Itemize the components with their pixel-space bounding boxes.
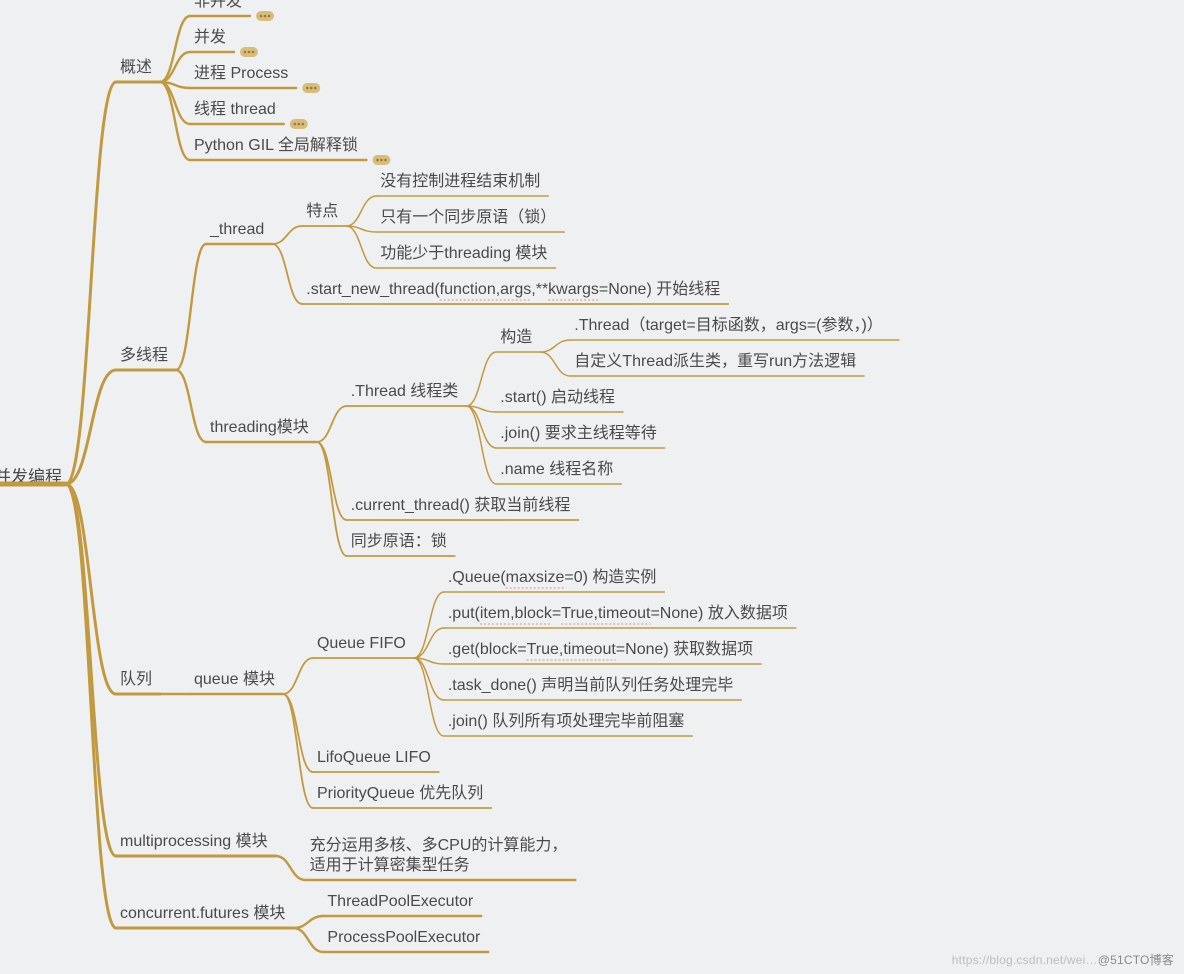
node-label: ProcessPoolExecutor xyxy=(327,929,481,946)
collapsed-badge[interactable] xyxy=(372,155,390,165)
node-label: 充分运用多核、多CPU的计算能力， xyxy=(310,835,568,854)
node-label: 只有一个同步原语（锁） xyxy=(380,208,556,226)
node-label: 构造 xyxy=(500,328,532,346)
node-label: 多线程 xyxy=(120,346,168,364)
node-label: 同步原语：锁 xyxy=(351,532,447,550)
node-label: threading模块 xyxy=(210,418,309,436)
node-label: 队列 xyxy=(120,670,152,688)
node-label: 概述 xyxy=(120,58,152,76)
node-label: .current_thread() 获取当前线程 xyxy=(351,496,571,514)
node-label: 非并发 xyxy=(194,0,242,10)
node-label: 适用于计算密集型任务 xyxy=(310,855,470,874)
node-label: .name 线程名称 xyxy=(500,460,613,478)
node-label: .Thread（target=目标函数，args=(参数，)） xyxy=(574,316,883,334)
node-label: ThreadPoolExecutor xyxy=(327,893,474,910)
node-label: 特点 xyxy=(306,202,338,220)
node-label: LifoQueue LIFO xyxy=(317,749,431,766)
node-label: Python GIL 全局解释锁 xyxy=(194,136,358,154)
node-label: 进程 Process xyxy=(194,64,288,82)
node-label: 线程 thread xyxy=(194,100,276,118)
mindmap-diagram: 并发编程概述非并发并发进程 Process线程 threadPython GIL… xyxy=(0,0,1184,974)
node-label: concurrent.futures 模块 xyxy=(120,904,285,922)
node-label: Queue FIFO xyxy=(317,635,406,652)
node-label: .start_new_thread(function,args,**kwargs… xyxy=(306,280,720,298)
node-label: .put(item,block=True,timeout=None) 放入数据项 xyxy=(448,604,788,622)
node-label: 没有控制进程结束机制 xyxy=(380,172,540,190)
collapsed-badge[interactable] xyxy=(256,11,274,21)
collapsed-badge[interactable] xyxy=(302,83,320,93)
node-label: .task_done() 声明当前队列任务处理完毕 xyxy=(448,676,733,694)
node-label: 自定义Thread派生类，重写run方法逻辑 xyxy=(574,352,856,370)
node-label: 功能少于threading 模块 xyxy=(380,244,547,262)
node-label: .join() 要求主线程等待 xyxy=(500,424,656,442)
node-label: PriorityQueue 优先队列 xyxy=(317,784,483,802)
watermark: https://blog.csdn.net/wei…@51CTO博客 xyxy=(952,951,1174,968)
watermark-faint: https://blog.csdn.net/wei… xyxy=(952,953,1098,967)
node-label: multiprocessing 模块 xyxy=(120,832,268,850)
node-label: .get(block=True,timeout=None) 获取数据项 xyxy=(448,640,753,658)
node-label: .start() 启动线程 xyxy=(500,388,615,406)
collapsed-badge[interactable] xyxy=(240,47,258,57)
node-label: queue 模块 xyxy=(194,670,275,688)
node-label: .Thread 线程类 xyxy=(351,382,459,400)
node-label: 并发 xyxy=(194,28,226,46)
node-label: _thread xyxy=(209,221,264,238)
collapsed-badge[interactable] xyxy=(290,119,308,129)
node-label: .Queue(maxsize=0) 构造实例 xyxy=(448,568,657,586)
watermark-bold: @51CTO博客 xyxy=(1098,953,1174,967)
node-label: .join() 队列所有项处理完毕前阻塞 xyxy=(448,712,684,730)
